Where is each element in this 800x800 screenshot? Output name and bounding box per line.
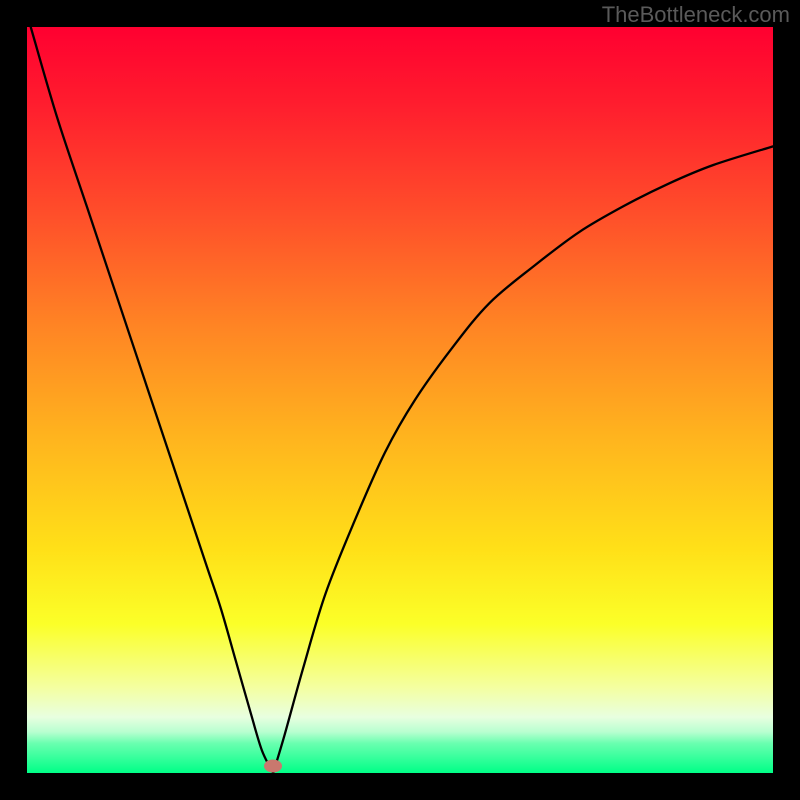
- chart-container: TheBottleneck.com: [0, 0, 800, 800]
- optimal-point-marker: [264, 759, 282, 772]
- plot-area: [24, 24, 776, 776]
- gradient-background: [27, 27, 773, 773]
- watermark-text: TheBottleneck.com: [602, 2, 790, 28]
